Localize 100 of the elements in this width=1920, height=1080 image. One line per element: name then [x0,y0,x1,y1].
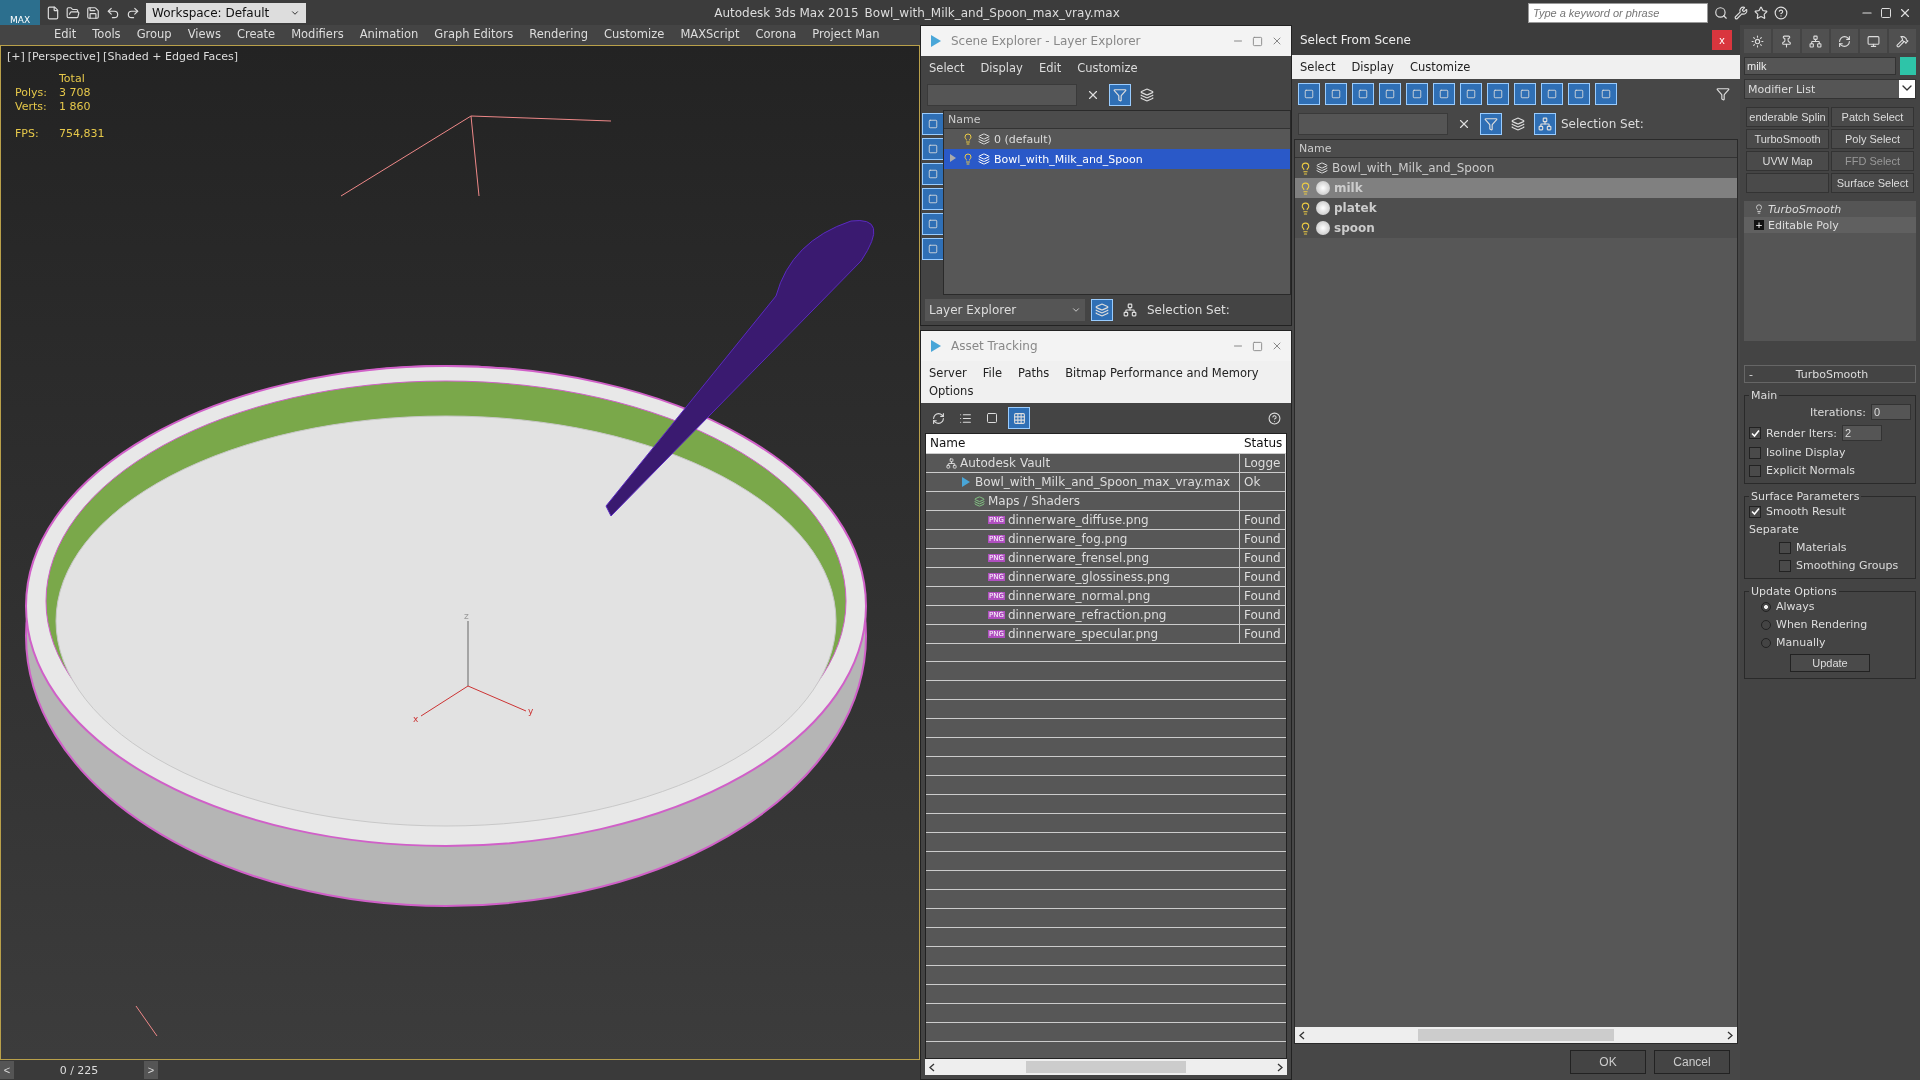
menu-item[interactable]: Graph Editors [426,25,522,45]
menu-item[interactable]: Rendering [521,25,596,45]
grid-icon[interactable] [1008,407,1030,429]
utilities-tab-icon[interactable] [1889,29,1916,53]
workspace-dropdown[interactable]: Workspace: Default [146,2,306,23]
modifier-button[interactable]: Patch Select [1831,107,1914,127]
menu-item[interactable]: Tools [84,25,129,45]
checkbox[interactable] [1749,446,1761,459]
layer-row[interactable]: 0 (default) [944,129,1290,149]
menu-item[interactable]: Paths [1009,364,1058,382]
scroll-left-icon[interactable] [929,1062,935,1072]
search-field[interactable] [1298,113,1448,135]
new-file-icon[interactable] [46,5,60,20]
filter-toggle-icon[interactable] [1541,83,1563,105]
column-header[interactable]: Name [1295,140,1737,158]
column-header[interactable]: Name [944,111,1290,129]
filter-icon[interactable] [1480,113,1502,135]
scroll-right-icon[interactable] [1727,1030,1733,1040]
menu-item[interactable]: Options [921,382,982,400]
modifier-button[interactable]: TurboSmooth [1746,129,1829,149]
filter-toggle-icon[interactable] [922,163,944,185]
object-row[interactable]: spoon [1295,218,1737,238]
menu-item[interactable]: Edit [1030,59,1070,77]
menu-item[interactable]: Create [228,25,284,45]
search-field[interactable] [927,84,1077,106]
horizontal-scrollbar[interactable] [1295,1027,1737,1043]
lightbulb-icon[interactable] [962,133,974,145]
filter-toggle-icon[interactable] [1298,83,1320,105]
close-button[interactable]: x [1712,30,1732,50]
menu-item[interactable]: Corona [747,25,805,45]
menu-item[interactable]: Animation [351,25,427,45]
radio-button[interactable] [1761,601,1771,612]
asset-row[interactable]: Autodesk Vault Logge [926,454,1286,473]
menu-item[interactable]: Modifiers [283,25,352,45]
lightbulb-icon[interactable] [1754,204,1764,214]
layer-row[interactable]: Bowl_with_Milk_and_Spoon [944,149,1290,169]
menu-item[interactable]: Display [1343,58,1402,76]
filter-toggle-icon[interactable] [1406,83,1428,105]
menu-item[interactable]: Select [1292,58,1344,76]
filter-toggle-icon[interactable] [1487,83,1509,105]
menu-item[interactable]: Select [921,59,973,77]
lightbulb-icon[interactable] [1299,221,1312,235]
menu-item[interactable]: Customize [596,25,673,45]
hierarchy-icon[interactable] [1534,113,1556,135]
filter-toggle-icon[interactable] [1514,83,1536,105]
render-iters-spinner[interactable]: 2 [1841,425,1882,441]
asset-row[interactable]: Bowl_with_Milk_and_Spoon_max_vray.max Ok [926,473,1286,492]
filter-toggle-icon[interactable] [922,213,944,235]
modify-tab-icon[interactable] [1773,29,1800,53]
iterations-spinner[interactable]: 0 [1871,404,1911,420]
asset-row[interactable]: Maps / Shaders [926,492,1286,511]
horizontal-scrollbar[interactable] [925,1059,1287,1075]
motion-tab-icon[interactable] [1831,29,1858,53]
undo-icon[interactable] [106,5,120,20]
menu-item[interactable]: Server [921,364,975,382]
radio-button[interactable] [1761,637,1771,648]
filter-toggle-icon[interactable] [1460,83,1482,105]
modifier-button[interactable]: enderable Splin [1746,107,1829,127]
filter-toggle-icon[interactable] [922,188,944,210]
star-icon[interactable] [1754,5,1768,20]
object-row[interactable]: platek [1295,198,1737,218]
stack-item[interactable]: + Editable Poly [1744,217,1916,233]
filter-toggle-icon[interactable] [922,238,944,260]
filter-icon[interactable] [1109,84,1131,106]
filter-toggle-icon[interactable] [922,138,944,160]
menu-item[interactable]: Display [972,59,1031,77]
checkbox[interactable] [1749,505,1761,518]
viewport-label[interactable]: [Shaded + Edged Faces] [103,50,239,63]
dialog-button[interactable]: Cancel [1654,1050,1730,1074]
expand-sign[interactable]: + [1754,220,1764,230]
checkbox[interactable] [1749,427,1761,439]
filter-toggle-icon[interactable] [1568,83,1590,105]
create-tab-icon[interactable] [1744,29,1771,53]
filter-toggle-icon[interactable] [1433,83,1455,105]
modifier-list-dropdown[interactable]: Modifier List [1744,79,1916,99]
checkbox[interactable] [1779,559,1791,572]
checkbox[interactable] [1779,541,1791,554]
filter-toggle-icon[interactable] [1595,83,1617,105]
timeline-prev-button[interactable]: < [0,1061,14,1079]
app-logo[interactable]: MAX [0,0,40,25]
menu-item[interactable]: Views [179,25,229,45]
menu-item[interactable]: Customize [1069,59,1146,77]
object-name-field[interactable]: milk [1744,57,1896,75]
dialog-button[interactable]: OK [1570,1050,1646,1074]
hierarchy-tab-icon[interactable] [1802,29,1829,53]
menu-item[interactable]: File [974,364,1010,382]
viewport-label[interactable]: [+] [7,50,25,63]
object-row[interactable]: Bowl_with_Milk_and_Spoon [1295,158,1737,178]
help-icon[interactable] [1774,5,1788,20]
object-color-swatch[interactable] [1900,57,1916,75]
menu-item[interactable]: MAXScript [672,25,748,45]
menu-item[interactable]: Project Man [804,25,888,45]
menu-item[interactable]: Customize [1401,58,1479,76]
modifier-button[interactable]: UVW Map [1746,151,1829,171]
menu-item[interactable]: Group [128,25,180,45]
radio-button[interactable] [1761,619,1771,630]
search-field[interactable]: Type a keyword or phrase [1528,2,1708,23]
filter-toggle-icon[interactable] [1379,83,1401,105]
display-tab-icon[interactable] [1860,29,1887,53]
redo-icon[interactable] [126,5,140,20]
